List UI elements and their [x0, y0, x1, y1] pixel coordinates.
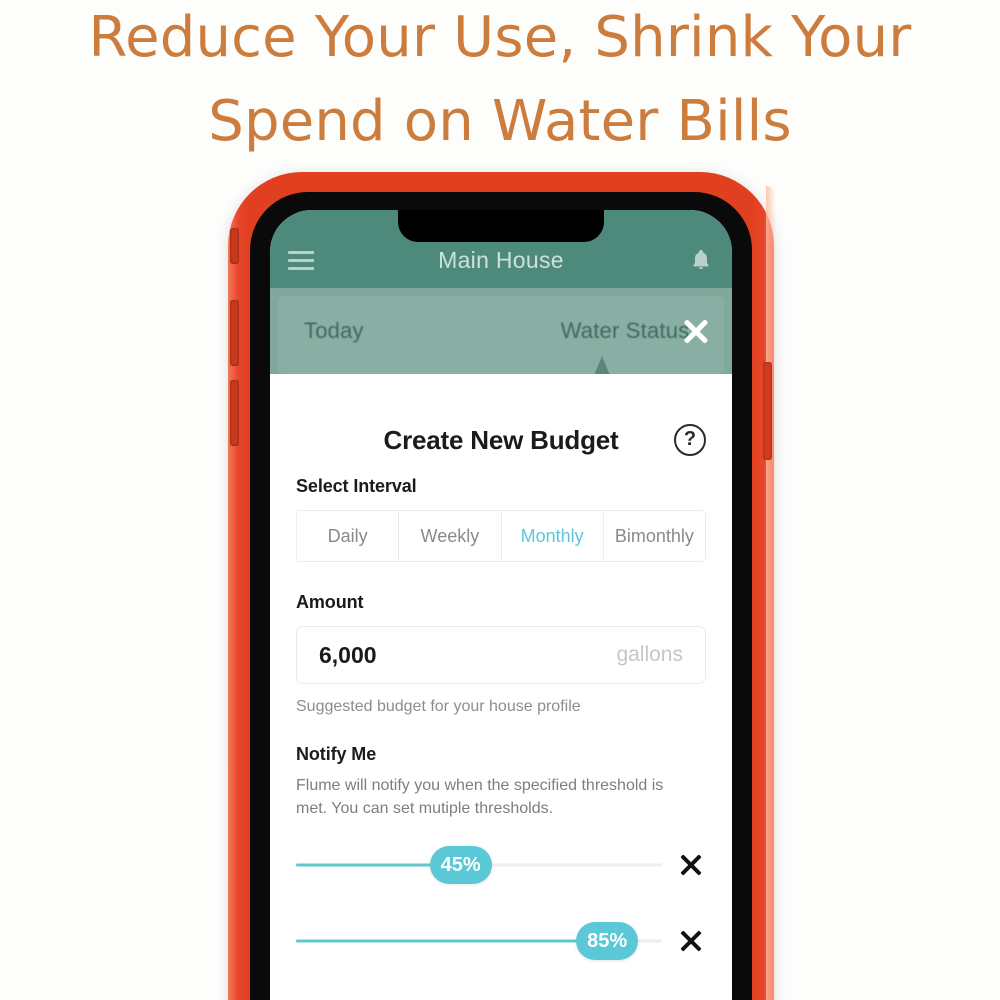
- interval-option-bimonthly[interactable]: Bimonthly: [603, 511, 705, 561]
- app-title: Main House: [438, 246, 564, 273]
- silent-switch-button[interactable]: [230, 228, 239, 264]
- close-icon[interactable]: [676, 311, 716, 351]
- amount-hint: Suggested budget for your house profile: [296, 698, 581, 715]
- page-title: Create New Budget: [383, 424, 619, 455]
- slider-thumb[interactable]: 45%: [429, 846, 492, 885]
- interval-option-monthly[interactable]: Monthly: [501, 511, 604, 561]
- interval-option-weekly[interactable]: Weekly: [399, 511, 502, 561]
- phone-case-highlight: [766, 186, 776, 1000]
- threshold-row: 45%: [296, 834, 706, 896]
- hamburger-line: [288, 250, 314, 254]
- notify-me-description: Flume will notify you when the specified…: [296, 777, 664, 818]
- slider-thumb[interactable]: 85%: [576, 922, 639, 961]
- slider-fill: [296, 939, 608, 943]
- interval-segmented-control: Daily Weekly Monthly Bimonthly: [296, 510, 706, 562]
- phone-notch: [398, 210, 604, 242]
- bell-icon[interactable]: [688, 248, 714, 272]
- volume-down-button[interactable]: [230, 380, 239, 446]
- phone-screen: Main House Today Water Status Create New…: [270, 210, 732, 1000]
- headline-line-1: Reduce Your Use, Shrink Your: [88, 5, 912, 70]
- hamburger-line: [288, 258, 314, 262]
- water-drop-icon: [588, 356, 616, 374]
- select-interval-label: Select Interval: [296, 476, 417, 496]
- hamburger-icon[interactable]: [288, 250, 314, 270]
- headline-line-2: Spend on Water Bills: [208, 89, 792, 154]
- threshold-row: 85%: [296, 910, 706, 972]
- create-budget-sheet: Create New Budget ? Select Interval Dail…: [270, 374, 732, 1000]
- volume-up-button[interactable]: [230, 300, 239, 366]
- amount-value[interactable]: 6,000: [319, 642, 616, 669]
- tab-bar: Today Water Status: [270, 288, 732, 374]
- power-button[interactable]: [763, 362, 772, 460]
- page-headline: Reduce Your Use, Shrink Your Spend on Wa…: [0, 0, 1000, 164]
- phone-mockup: Main House Today Water Status Create New…: [228, 172, 776, 1000]
- remove-threshold-1-icon[interactable]: [676, 850, 706, 880]
- interval-option-daily[interactable]: Daily: [297, 511, 400, 561]
- amount-label: Amount: [296, 592, 364, 612]
- screenshot-root: Reduce Your Use, Shrink Your Spend on Wa…: [0, 0, 1000, 1000]
- threshold-slider-2[interactable]: 85%: [296, 921, 662, 961]
- remove-threshold-2-icon[interactable]: [676, 926, 706, 956]
- notify-me-label: Notify Me: [296, 744, 377, 764]
- help-icon[interactable]: ?: [674, 424, 706, 456]
- hamburger-line: [288, 266, 314, 270]
- amount-unit: gallons: [616, 643, 683, 666]
- amount-input[interactable]: 6,000 gallons: [296, 626, 706, 684]
- sheet-header: Create New Budget ?: [296, 404, 706, 476]
- tab-today[interactable]: Today: [270, 318, 518, 344]
- threshold-slider-1[interactable]: 45%: [296, 845, 662, 885]
